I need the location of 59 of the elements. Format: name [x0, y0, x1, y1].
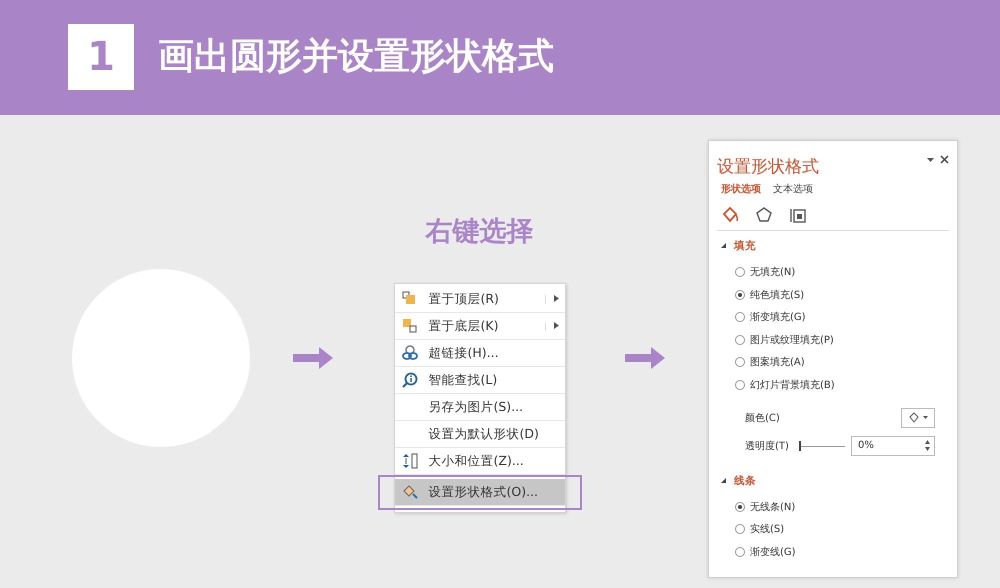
radio-button[interactable]: [735, 334, 745, 344]
collapse-triangle-icon[interactable]: [721, 478, 726, 482]
menu-item[interactable]: 设置为默认形状(D): [394, 421, 564, 448]
menu-item[interactable]: 设置形状格式(O)...: [394, 479, 564, 506]
size-layout-icon[interactable]: [789, 206, 807, 224]
right-arrow-icon: [625, 347, 665, 369]
radio-button[interactable]: [735, 290, 745, 300]
option-label: 实线(S): [750, 522, 784, 536]
option-label: 无填充(N): [750, 266, 796, 279]
pentagon-icon[interactable]: [755, 206, 773, 224]
radio-button[interactable]: [735, 312, 745, 322]
submenu-arrow-icon: [554, 294, 558, 302]
magnifier-icon: [402, 372, 418, 388]
paint-bucket-icon: [402, 484, 418, 500]
chain-link-icon: [402, 345, 418, 361]
bring-to-front-icon: [402, 291, 418, 307]
menu-item[interactable]: 另存为图片(S)...: [394, 394, 564, 421]
pane-title: 设置形状格式: [717, 156, 819, 178]
submenu-arrow-icon: [554, 322, 558, 328]
dropdown-icon[interactable]: [927, 158, 934, 162]
field-label: 颜色(C): [745, 412, 781, 424]
radio-button[interactable]: [735, 502, 745, 512]
radio-button[interactable]: [735, 524, 745, 534]
paint-bucket-icon[interactable]: [721, 206, 739, 224]
resize-icon: [402, 453, 418, 469]
step-title: 画出圆形并设置形状格式: [158, 35, 554, 79]
option-label: 纯色填充(S): [750, 288, 804, 302]
spin-field[interactable]: 0%: [851, 436, 935, 456]
menu-item[interactable]: 置于底层(K): [394, 313, 564, 340]
color-picker-button[interactable]: [901, 408, 935, 428]
dropdown-icon: [923, 416, 928, 419]
menu-item[interactable]: 超链接(H)...: [394, 340, 564, 367]
radio-button[interactable]: [735, 380, 745, 390]
slider-track[interactable]: [799, 440, 845, 450]
menu-item[interactable]: 智能查找(L): [394, 367, 564, 394]
field-label: 透明度(T): [745, 440, 790, 452]
spin-arrows-icon[interactable]: [925, 440, 930, 451]
option-label: 渐变线(G): [750, 546, 796, 558]
close-icon[interactable]: [940, 155, 949, 164]
step-number: 1: [68, 24, 134, 90]
section-title[interactable]: 线条: [734, 474, 756, 488]
menu-item[interactable]: 置于顶层(R): [394, 286, 564, 313]
section-title[interactable]: 填充: [734, 239, 756, 253]
radio-button[interactable]: [735, 546, 745, 556]
option-label: 渐变填充(G): [750, 310, 806, 324]
paint-bucket-icon: [908, 412, 920, 424]
option-label: 无线条(N): [750, 500, 796, 514]
tab[interactable]: 文本选项: [773, 182, 813, 196]
option-label: 幻灯片背景填充(B): [750, 378, 835, 392]
option-label: 图案填充(A): [750, 356, 805, 369]
radio-button[interactable]: [735, 267, 745, 277]
caption: 右键选择: [426, 215, 534, 249]
tab[interactable]: 形状选项: [721, 182, 761, 196]
send-to-back-icon: [402, 318, 418, 334]
menu-item[interactable]: 大小和位置(Z)...: [394, 448, 564, 475]
option-label: 图片或纹理填充(P): [750, 334, 834, 346]
radio-button[interactable]: [735, 357, 745, 367]
right-arrow-icon: [293, 347, 333, 369]
collapse-triangle-icon[interactable]: [721, 243, 726, 248]
